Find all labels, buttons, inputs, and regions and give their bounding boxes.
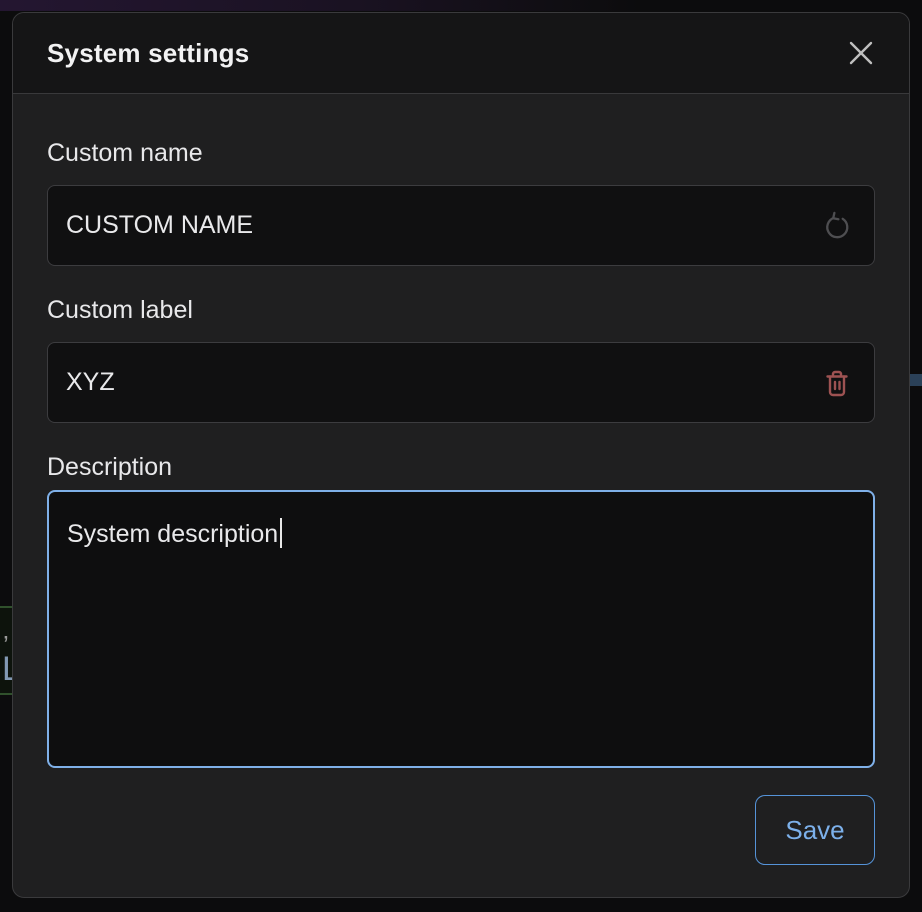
dialog-body: Custom name Custom label bbox=[13, 94, 909, 897]
delete-button[interactable] bbox=[814, 360, 860, 406]
text-caret bbox=[280, 518, 282, 548]
save-button[interactable]: Save bbox=[755, 795, 875, 865]
dialog-footer: Save bbox=[47, 795, 875, 865]
custom-label-input[interactable] bbox=[66, 368, 814, 397]
custom-label-label: Custom label bbox=[47, 294, 875, 326]
description-textarea[interactable]: System description bbox=[47, 490, 875, 768]
custom-label-field bbox=[47, 342, 875, 423]
description-label: Description bbox=[47, 451, 875, 483]
system-settings-dialog: System settings Custom name bbox=[12, 12, 910, 898]
close-icon bbox=[846, 38, 876, 68]
dialog-title: System settings bbox=[47, 38, 249, 69]
custom-name-input[interactable] bbox=[66, 211, 814, 240]
close-button[interactable] bbox=[839, 31, 883, 75]
custom-name-field bbox=[47, 185, 875, 266]
reset-button[interactable] bbox=[814, 203, 860, 249]
trash-icon bbox=[822, 367, 852, 399]
backdrop-top-glow bbox=[0, 0, 640, 11]
reset-icon bbox=[821, 210, 853, 242]
custom-name-label: Custom name bbox=[47, 137, 875, 169]
backdrop: { "backdrop": { "terminal_fragment": { "… bbox=[0, 0, 922, 912]
description-text: System description bbox=[67, 520, 278, 548]
backdrop-band bbox=[908, 374, 922, 386]
dialog-header: System settings bbox=[13, 13, 909, 94]
